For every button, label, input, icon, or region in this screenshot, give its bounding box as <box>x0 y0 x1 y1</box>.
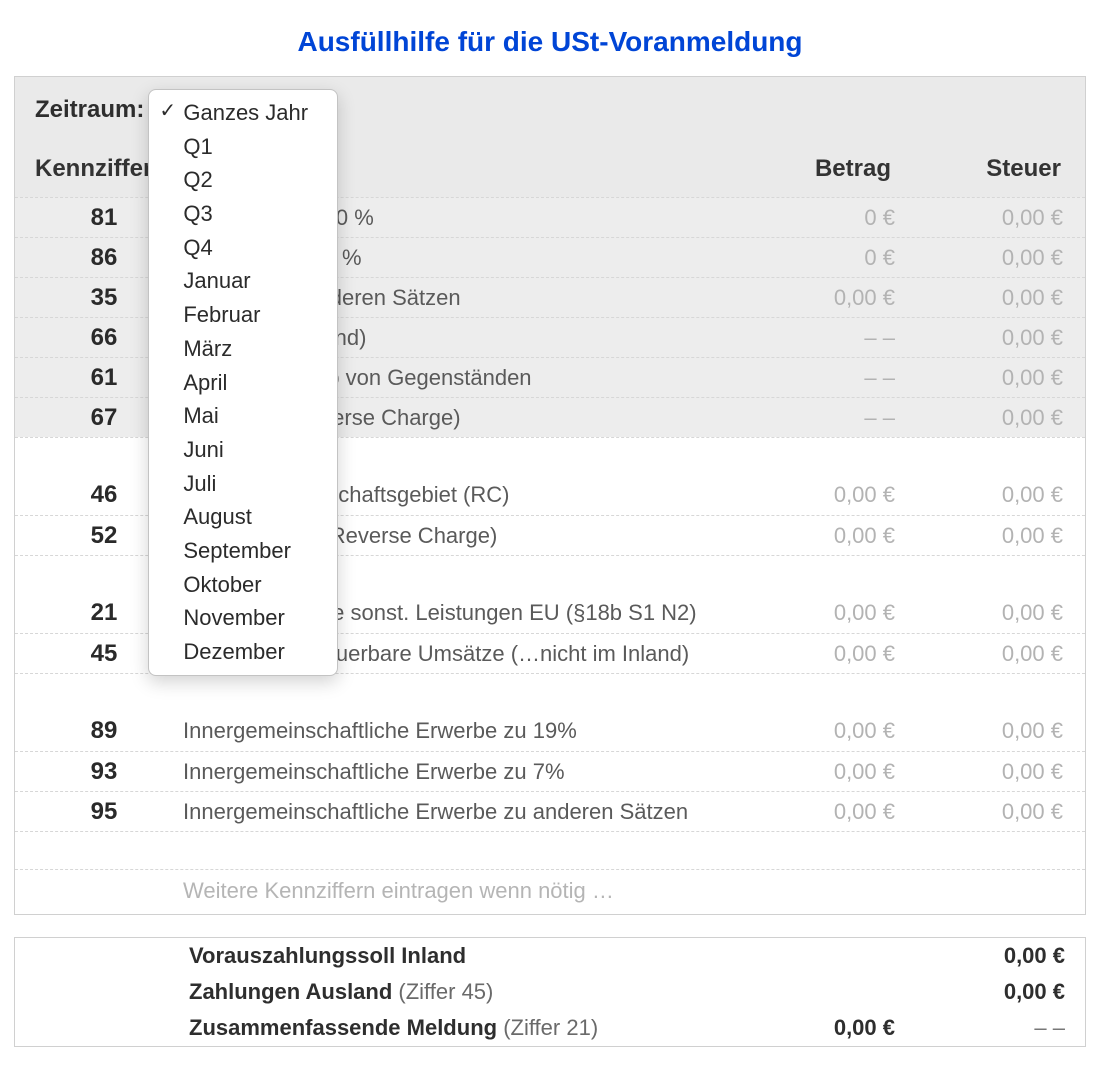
zeitraum-option[interactable]: Dezember <box>149 635 337 669</box>
summary-col4: – – <box>895 1015 1065 1041</box>
cell-steuer: 0,00 € <box>895 600 1065 626</box>
cell-steuer: 0,00 € <box>895 799 1065 825</box>
zeitraum-option[interactable]: Q4 <box>149 231 337 265</box>
header-betrag: Betrag <box>735 155 895 183</box>
zeitraum-option[interactable]: September <box>149 534 337 568</box>
cell-steuer: 0,00 € <box>895 285 1065 311</box>
cell-steuer: 0,00 € <box>895 718 1065 744</box>
panel-header: Zeitraum: ⌄ Ganzes JahrQ1Q2Q3Q4JanuarFeb… <box>15 77 1085 197</box>
zeitraum-option[interactable]: Mai <box>149 399 337 433</box>
cell-steuer: 0,00 € <box>895 759 1065 785</box>
cell-steuer: 0,00 € <box>895 482 1065 508</box>
cell-betrag: 0,00 € <box>735 759 895 785</box>
table-row: 89Innergemeinschaftliche Erwerbe zu 19%0… <box>15 711 1085 751</box>
footnote: Weitere Kennziffern eintragen wenn nötig… <box>15 869 1085 914</box>
summary-panel: Vorauszahlungssoll Inland0,00 €Zahlungen… <box>14 937 1086 1047</box>
table-row: 95Innergemeinschaftliche Erwerbe zu ande… <box>15 791 1085 831</box>
cell-betrag: 0,00 € <box>735 600 895 626</box>
zeitraum-option[interactable]: Juli <box>149 467 337 501</box>
summary-label: Zusammenfassende Meldung (Ziffer 21) <box>189 1015 735 1041</box>
summary-row: Zahlungen Ausland (Ziffer 45) 0,00 € <box>15 974 1085 1010</box>
cell-betrag: – – <box>735 365 895 391</box>
zeitraum-option[interactable]: November <box>149 601 337 635</box>
cell-steuer: 0,00 € <box>895 405 1065 431</box>
summary-col4: 0,00 € <box>895 943 1065 969</box>
cell-steuer: 0,00 € <box>895 205 1065 231</box>
zeitraum-option[interactable]: Oktober <box>149 568 337 602</box>
cell-description: Innergemeinschaftliche Erwerbe zu 7% <box>179 759 735 785</box>
cell-betrag: 0,00 € <box>735 799 895 825</box>
zeitraum-dropdown: Ganzes JahrQ1Q2Q3Q4JanuarFebruarMärzApri… <box>148 89 338 676</box>
zeitraum-option[interactable]: Ganzes Jahr <box>149 96 337 130</box>
cell-steuer: 0,00 € <box>895 325 1065 351</box>
cell-steuer: 0,00 € <box>895 365 1065 391</box>
cell-kennziffer: 89 <box>29 717 179 745</box>
cell-betrag: 0 € <box>735 245 895 271</box>
summary-row: Zusammenfassende Meldung (Ziffer 21)0,00… <box>15 1010 1085 1046</box>
cell-kennziffer: 93 <box>29 758 179 786</box>
summary-row: Vorauszahlungssoll Inland 0,00 € <box>15 938 1085 974</box>
cell-betrag: – – <box>735 405 895 431</box>
cell-steuer: 0,00 € <box>895 523 1065 549</box>
zeitraum-option[interactable]: Januar <box>149 264 337 298</box>
page-title: Ausfüllhilfe für die USt-Voranmeldung <box>14 26 1086 58</box>
main-panel: Zeitraum: ⌄ Ganzes JahrQ1Q2Q3Q4JanuarFeb… <box>14 76 1086 915</box>
zeitraum-option[interactable]: Q3 <box>149 197 337 231</box>
summary-label: Vorauszahlungssoll Inland <box>189 943 735 969</box>
cell-betrag: 0,00 € <box>735 641 895 667</box>
cell-steuer: 0,00 € <box>895 641 1065 667</box>
cell-betrag: 0,00 € <box>735 482 895 508</box>
cell-steuer: 0,00 € <box>895 245 1065 271</box>
cell-description: Innergemeinschaftliche Erwerbe zu 19% <box>179 718 735 744</box>
header-steuer: Steuer <box>895 155 1065 183</box>
cell-betrag: 0 € <box>735 205 895 231</box>
table-row: 93Innergemeinschaftliche Erwerbe zu 7%0,… <box>15 751 1085 791</box>
summary-col3: 0,00 € <box>735 1015 895 1041</box>
zeitraum-option[interactable]: Q1 <box>149 130 337 164</box>
cell-description: Innergemeinschaftliche Erwerbe zu andere… <box>179 799 735 825</box>
zeitraum-option[interactable]: März <box>149 332 337 366</box>
summary-label: Zahlungen Ausland (Ziffer 45) <box>189 979 735 1005</box>
zeitraum-option[interactable]: Juni <box>149 433 337 467</box>
zeitraum-option[interactable]: Februar <box>149 298 337 332</box>
zeitraum-option[interactable]: Q2 <box>149 163 337 197</box>
zeitraum-option[interactable]: August <box>149 500 337 534</box>
cell-betrag: 0,00 € <box>735 285 895 311</box>
cell-kennziffer: 95 <box>29 798 179 826</box>
zeitraum-option[interactable]: April <box>149 366 337 400</box>
cell-betrag: 0,00 € <box>735 523 895 549</box>
cell-betrag: – – <box>735 325 895 351</box>
cell-betrag: 0,00 € <box>735 718 895 744</box>
summary-col4: 0,00 € <box>895 979 1065 1005</box>
zeitraum-label: Zeitraum: <box>35 96 144 124</box>
